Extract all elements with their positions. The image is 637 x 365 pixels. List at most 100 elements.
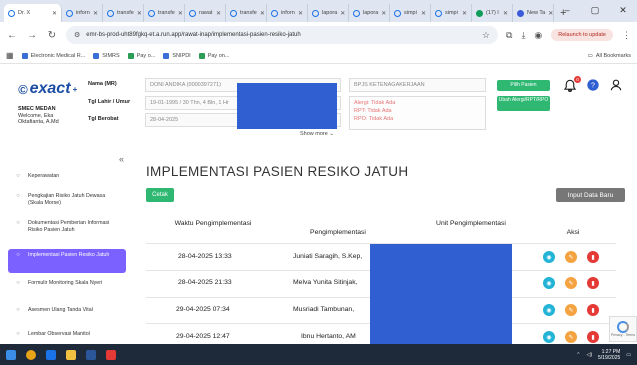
sidebar-item-pengkajian-risiko-jatuh[interactable]: ○ Pengkajian Risiko Jatuh Dewasa (Skala …	[8, 190, 126, 209]
tab-close-icon[interactable]: ✕	[462, 10, 467, 17]
delete-icon[interactable]: ▮	[587, 277, 599, 289]
back-icon[interactable]: ←	[6, 30, 18, 41]
collapse-sidebar-icon[interactable]: «	[119, 154, 124, 164]
tab-close-icon[interactable]: ✕	[93, 10, 98, 17]
browser-tab[interactable]: Dr. X ✕	[4, 4, 62, 22]
tab-label: Dr. X	[18, 10, 31, 16]
tab-close-icon[interactable]: ✕	[260, 10, 265, 17]
bookmark-item[interactable]: SNIPDI	[163, 52, 191, 59]
browser-tab[interactable]: lapora ✕	[349, 4, 390, 22]
browser-tab[interactable]: simpi ✕	[390, 4, 431, 22]
sidebar-item-implementasi-resiko-jatuh[interactable]: ○ Implementasi Pasien Resiko Jatuh	[8, 249, 126, 273]
tab-close-icon[interactable]: ✕	[137, 10, 142, 17]
svg-text:?: ?	[591, 83, 595, 90]
browser-tab[interactable]: rawat ✕	[185, 4, 226, 22]
edit-icon[interactable]: ✎	[565, 304, 577, 316]
sidebar-item-keperawatan[interactable]: ○ Keperawatan	[8, 170, 126, 183]
browser-tab[interactable]: transfe ✕	[144, 4, 185, 22]
user-icon[interactable]	[609, 78, 623, 94]
cetak-button[interactable]: Cetak	[146, 188, 174, 202]
show-more-link[interactable]: Show more ⌄	[300, 131, 334, 137]
delete-icon[interactable]: ▮	[587, 251, 599, 263]
bookmark-item[interactable]: Electronic Medical R...	[21, 52, 85, 59]
sidebar-item-dokumentasi-informasi[interactable]: ○ Dokumentasi Pemberian Informasi Risiko…	[8, 217, 126, 236]
relaunch-update-button[interactable]: Relaunch to update	[551, 29, 613, 41]
row-waktu: 29-04-2025 12:47	[176, 333, 230, 340]
browser-tab[interactable]: inforn ✕	[267, 4, 308, 22]
help-icon[interactable]: ?	[586, 78, 600, 94]
delete-icon[interactable]: ▮	[587, 331, 599, 343]
bookmark-star-icon[interactable]: ☆	[482, 30, 490, 41]
sidebar-item-monitoring-skala-nyeri[interactable]: ○ Formulir Monitoring Skala Nyeri	[8, 277, 126, 290]
browser-tab[interactable]: (17) I ✕	[472, 4, 513, 22]
input-data-baru-button[interactable]: Input Data Baru	[556, 188, 625, 202]
close-window-button[interactable]: ✕	[609, 0, 637, 20]
tab-label: transfe	[158, 10, 175, 16]
delete-icon[interactable]: ▮	[587, 304, 599, 316]
tray-arrow-icon[interactable]: ⌃	[576, 352, 580, 358]
sidebar-item-observasi-manitol[interactable]: ○ Lembar Observasi Manitol	[8, 328, 126, 341]
chrome-icon[interactable]	[26, 349, 36, 360]
bookmark-item[interactable]: Pay o...	[127, 52, 155, 59]
bookmark-item[interactable]: SIMRS	[93, 52, 120, 59]
windows-start-icon[interactable]	[6, 349, 16, 360]
address-bar: ← → ↻ ⚙ emr-bs-prod-uht89fgkq-et.a.run.a…	[0, 22, 637, 48]
browser-tab[interactable]: simpi ✕	[431, 4, 472, 22]
redaction-block	[237, 83, 337, 129]
tab-close-icon[interactable]: ✕	[421, 10, 426, 17]
browser-tab[interactable]: New Ta ✕	[513, 4, 554, 22]
exact-logo[interactable]: © exact +	[18, 80, 77, 98]
browser-tab[interactable]: inforn ✕	[62, 4, 103, 22]
welcome-text: Welcome, Eka Oktafianta, A.Md	[18, 113, 59, 125]
clock[interactable]: 1:27 PM 5/19/2025	[598, 349, 620, 361]
tab-close-icon[interactable]: ✕	[52, 10, 57, 17]
site-info-icon[interactable]: ⚙	[74, 31, 80, 39]
reload-icon[interactable]: ↻	[46, 30, 58, 41]
url-input[interactable]: ⚙ emr-bs-prod-uht89fgkq-et.a.run.app/raw…	[66, 26, 498, 44]
pilih-pasien-button[interactable]: Pilih Pasien	[497, 80, 550, 91]
bookmark-favicon-icon	[127, 52, 134, 59]
browser-tab[interactable]: transfe ✕	[226, 4, 267, 22]
file-explorer-icon[interactable]	[66, 349, 76, 360]
apps-grid-icon[interactable]: ▦	[6, 51, 14, 60]
download-icon[interactable]: ⤓	[521, 30, 525, 41]
outlook-icon[interactable]	[46, 349, 56, 360]
tab-close-icon[interactable]: ✕	[178, 10, 183, 17]
menu-icon[interactable]: ⋮	[622, 30, 631, 41]
tab-close-icon[interactable]: ✕	[216, 10, 221, 17]
extensions-icon[interactable]: ⧉	[506, 30, 512, 41]
tab-close-icon[interactable]: ✕	[381, 10, 386, 17]
tab-close-icon[interactable]: ✕	[298, 10, 303, 17]
all-bookmarks-button[interactable]: ▭ All Bookmarks	[588, 53, 631, 59]
ubah-alergi-button[interactable]: Ubah Alergi/RPT/RPO	[497, 96, 550, 111]
edit-icon[interactable]: ✎	[565, 331, 577, 343]
recaptcha-badge[interactable]: Privacy - Terms	[609, 316, 637, 342]
notification-badge: 0	[574, 76, 581, 83]
tab-close-icon[interactable]: ✕	[503, 10, 508, 17]
tab-close-icon[interactable]: ✕	[340, 10, 345, 17]
edit-icon[interactable]: ✎	[565, 251, 577, 263]
view-icon[interactable]: ◉	[543, 331, 555, 343]
view-icon[interactable]: ◉	[543, 277, 555, 289]
forward-icon[interactable]: →	[26, 30, 38, 41]
edit-icon[interactable]: ✎	[565, 277, 577, 289]
tab-label: inforn	[76, 10, 90, 16]
view-icon[interactable]: ◉	[543, 251, 555, 263]
bell-icon[interactable]: 0	[563, 76, 581, 93]
maximize-button[interactable]: ▢	[581, 0, 609, 20]
tab-label: simpi	[445, 10, 458, 16]
notification-center-icon[interactable]: ▭	[626, 352, 631, 358]
sidebar-item-asesmen-tanda-vital[interactable]: ○ Asesmen Ulang Tanda Vital	[8, 304, 126, 317]
minimize-button[interactable]: –	[553, 0, 581, 20]
view-icon[interactable]: ◉	[543, 304, 555, 316]
browser-tab[interactable]: lapora ✕	[308, 4, 349, 22]
browser-tab[interactable]: transfe ✕	[103, 4, 144, 22]
bookmark-item[interactable]: Pay on...	[198, 52, 229, 59]
sidebar-item-label: Keperawatan	[28, 173, 60, 179]
word-icon[interactable]	[86, 349, 96, 360]
pdf-reader-icon[interactable]	[106, 349, 116, 360]
tab-favicon-icon	[66, 9, 73, 17]
speaker-icon[interactable]: ◁)	[587, 352, 593, 358]
profile-icon[interactable]: ◉	[534, 30, 542, 41]
allergy-box: Alergi: Tidak Ada RPT: Tidak Ada RPO: Ti…	[349, 96, 486, 130]
